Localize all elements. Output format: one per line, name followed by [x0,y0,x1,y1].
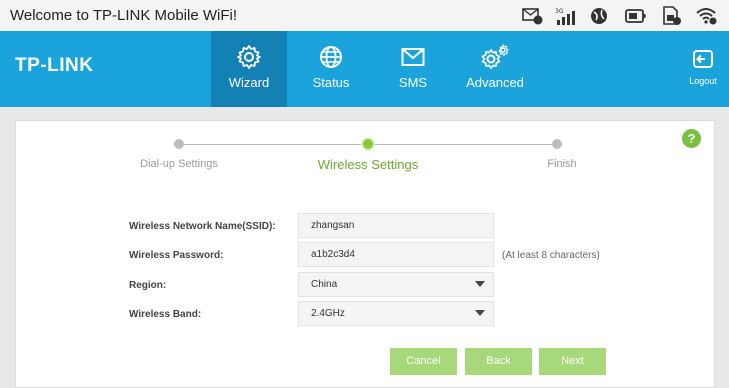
nav-wizard-label: Wizard [228,75,270,90]
window-title: Welcome to TP-LINK Mobile WiFi! [10,7,237,24]
wifi-icon[interactable] [696,6,718,26]
password-label: Wireless Password: [129,250,224,261]
logout-label: Logout [689,76,717,86]
help-icon[interactable]: ? [682,129,701,148]
globe-icon [320,46,342,68]
logout-icon [693,50,713,68]
tp-link-logo: TP-LINK [15,55,94,76]
step-dot-wireless [361,137,375,151]
nav-status-label: Status [312,75,350,90]
region-value: China [311,279,338,290]
header-nav: TP-LINK Wizard Status SMS Advanced Logou… [0,31,729,107]
cancel-button[interactable]: Cancel [390,348,457,375]
back-button[interactable]: Back [465,348,532,375]
password-input[interactable]: a1b2c3d4 [298,242,494,267]
status-bar: Welcome to TP-LINK Mobile WiFi! [0,0,729,31]
password-hint: (At least 8 characters) [502,250,600,261]
password-value: a1b2c3d4 [311,249,355,260]
envelope-icon [401,48,425,66]
signal-label: 3G [555,8,564,15]
sim-card-icon [661,6,683,26]
nav-advanced-label: Advanced [466,75,524,90]
next-button[interactable]: Next [539,348,606,375]
band-value: 2.4GHz [311,308,345,319]
step-label-finish: Finish [547,158,577,170]
ssid-value: zhangsan [311,220,355,231]
band-label: Wireless Band: [129,309,202,320]
message-icon[interactable] [522,6,544,26]
step-dot-dialup [174,139,184,149]
chevron-down-icon [475,310,485,316]
nav-sms-label: SMS [398,75,428,90]
region-label: Region: [129,280,167,291]
step-label-dialup: Dial-up Settings [140,158,218,170]
battery-icon [625,6,647,26]
chevron-down-icon [475,281,485,287]
step-label-wireless: Wireless Settings [317,157,419,172]
logout-button[interactable]: Logout [685,49,721,86]
signal-3g-icon: 3G [554,6,576,26]
ssid-input[interactable]: zhangsan [298,213,494,238]
ssid-label: Wireless Network Name(SSID): [129,221,276,232]
gear-icon [237,45,261,69]
nav-advanced[interactable]: Advanced [457,31,533,107]
gears-icon [481,44,509,69]
step-dot-finish [552,139,562,149]
band-select[interactable]: 2.4GHz [298,301,494,326]
nav-sms[interactable]: SMS [375,31,451,107]
nav-wizard[interactable]: Wizard [211,31,287,107]
region-select[interactable]: China [298,272,494,297]
globe-icon [589,6,611,26]
nav-status[interactable]: Status [293,31,369,107]
